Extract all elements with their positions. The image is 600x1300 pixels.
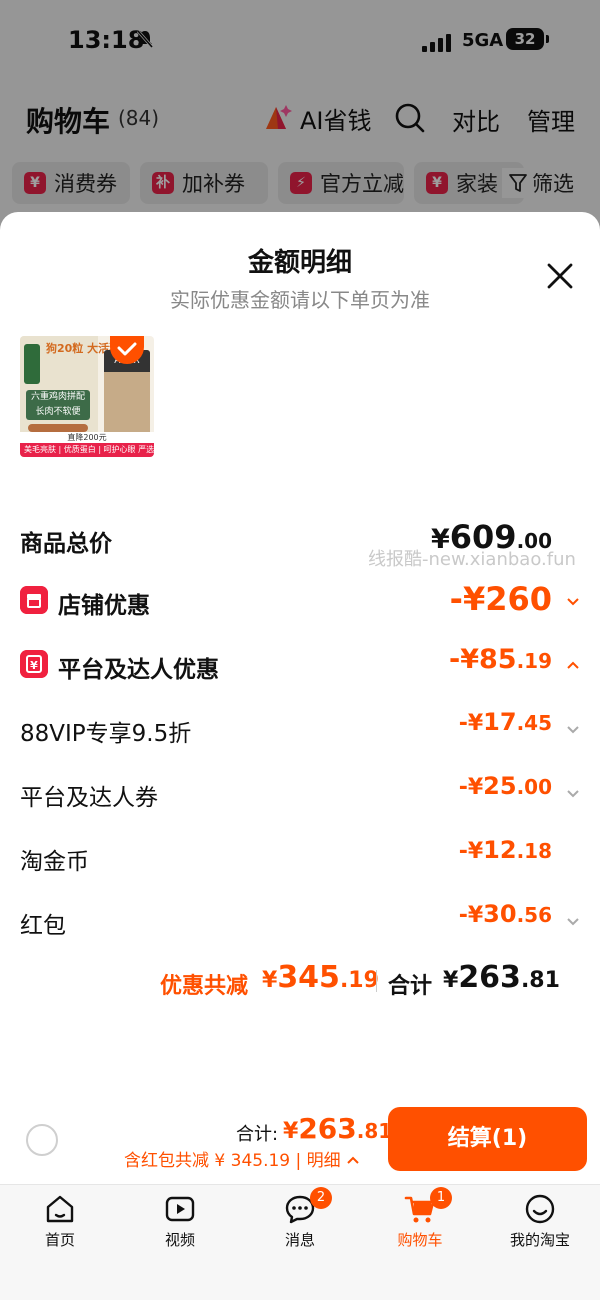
row-label: 红包 [20,913,66,939]
row-label: 淘金币 [20,849,89,875]
profile-icon [525,1194,555,1224]
svg-text:¥: ¥ [30,659,38,672]
checkout-button[interactable]: 结算(1) [388,1107,587,1171]
detail-toggle-label: 含红包共减 ¥ 345.19 | 明细 [124,1151,341,1171]
chevron-down-icon [566,722,580,740]
tab-messages[interactable]: 2 消息 [240,1187,360,1253]
thumb-strip: 美毛亮肤 | 优质蛋白 | 呵护心眼 严选 [20,443,154,457]
tab-label: 我的淘宝 [509,1231,570,1249]
chevron-down-icon [566,914,580,932]
chevron-down-icon [566,786,580,804]
shop-icon [20,586,48,614]
row-label: 店铺优惠 [58,593,150,619]
total-label: 合计 [388,974,433,999]
row-label: 商品总价 [20,531,112,557]
thumb-brand-tag [24,344,40,384]
checkout-sum-label: 合计: [236,1124,279,1145]
row-amount: -¥ 25.00 [458,772,552,800]
row-amount: -¥ 17.45 [458,708,552,736]
discount-amount: ¥345.19 [262,960,379,995]
tab-profile[interactable]: 我的淘宝 [480,1193,600,1253]
row-label: 平台及达人券 [20,785,158,811]
home-icon [46,1195,74,1223]
discount-label: 优惠共减 [160,974,249,999]
chevron-up-icon [566,658,580,676]
row-amount: -¥ 12.18 [458,836,552,864]
close-icon[interactable] [544,260,576,292]
product-thumbnail[interactable]: 狗20粒 大活狗粮 六重鸡肉拼配 长肉不软便 AGAR 直降200元 美毛亮肤 … [20,336,154,457]
thumb-food [28,424,88,432]
video-icon [165,1196,195,1222]
tab-video[interactable]: 视频 [120,1193,240,1253]
tab-cart[interactable]: 1 购物车 [360,1187,480,1253]
tab-label: 视频 [164,1231,195,1249]
total-amount: ¥263.81 [443,960,560,995]
tab-label: 购物车 [397,1231,443,1249]
row-shop-discount[interactable]: 店铺优惠 -¥ 260 [20,580,580,624]
row-amount: -¥ 260 [449,580,552,618]
row-platform-discount[interactable]: ¥ 平台及达人优惠 -¥ 85.19 [20,644,580,688]
row-label: 88VIP专享9.5折 [20,721,192,747]
tab-label: 首页 [44,1231,75,1249]
sheet-subtitle: 实际优惠金额请以下单页为准 [170,288,430,312]
row-label: 平台及达人优惠 [58,657,219,683]
checkout-bar: 合计: ¥263.81 含红包共减 ¥ 345.19 | 明细 结算(1) [0,1100,600,1184]
bottom-tab-bar: 首页 视频 2 消息 1 购物车 我的淘宝 [0,1184,600,1300]
row-88vip[interactable]: 88VIP专享9.5折 -¥ 17.45 [20,708,580,752]
tab-home[interactable]: 首页 [0,1193,120,1253]
voucher-icon: ¥ [20,650,48,678]
sheet-summary: 优惠共减 ¥345.19 合计 ¥263.81 [0,960,600,1004]
sheet-title: 金额明细 [247,248,352,278]
row-amount: -¥ 30.56 [458,900,552,928]
message-badge: 2 [310,1187,332,1209]
checkout-sum-amount: ¥263.81 [283,1112,393,1145]
row-tao-coin: 淘金币 -¥ 12.18 [20,836,580,880]
thumb-badge-text: 六重鸡肉拼配 长肉不软便 [26,390,90,420]
watermark: 线报酷-new.xianbao.fun [368,549,576,570]
row-platform-coupon[interactable]: 平台及达人券 -¥ 25.00 [20,772,580,816]
select-all-radio[interactable] [26,1124,58,1156]
chevron-down-icon [566,594,580,612]
cart-badge: 1 [430,1187,452,1209]
tab-label: 消息 [284,1231,315,1249]
row-red-packet[interactable]: 红包 -¥ 30.56 [20,900,580,944]
chevron-up-icon [347,1156,359,1164]
detail-toggle[interactable]: 含红包共减 ¥ 345.19 | 明细 [124,1146,360,1171]
row-amount: -¥ 85.19 [448,644,552,675]
summary-divider [376,970,377,992]
